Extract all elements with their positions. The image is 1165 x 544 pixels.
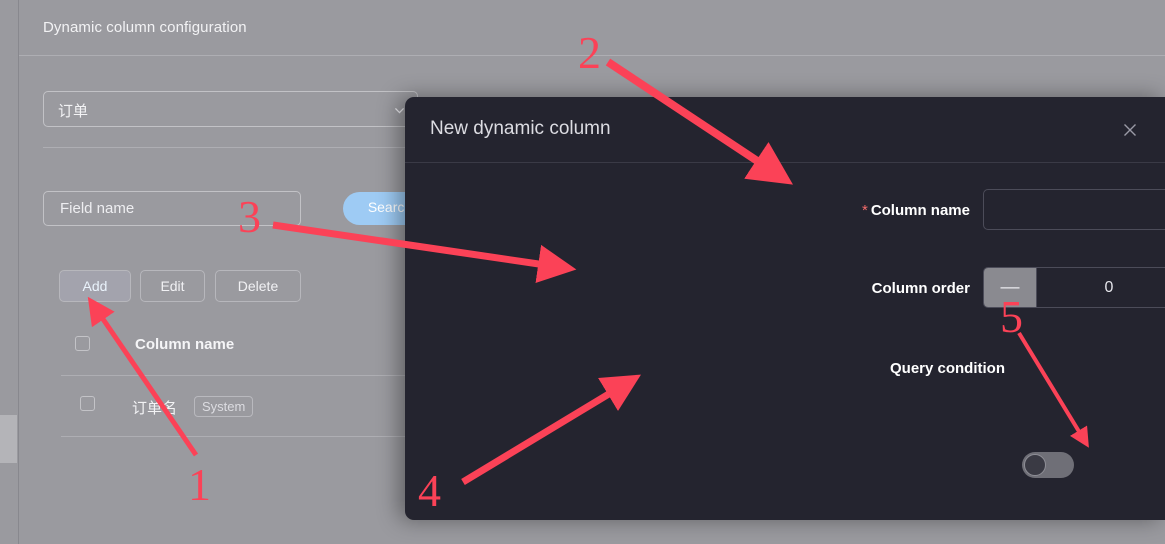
table-row-column-name: 订单名 — [132, 400, 178, 417]
column-header-column-name: Column name — [135, 336, 235, 353]
switch-knob — [1024, 454, 1046, 476]
decrement-button[interactable]: — — [984, 268, 1037, 307]
required-marker: * — [861, 202, 868, 219]
query-condition-switch[interactable] — [1022, 452, 1074, 478]
query-condition-label: Query condition — [889, 360, 1005, 377]
sidebar-collapse-handle[interactable] — [0, 415, 17, 463]
row-checkbox[interactable] — [80, 396, 95, 411]
edit-button[interactable]: Edit — [140, 270, 205, 302]
field-name-input[interactable]: Field name — [43, 191, 301, 226]
page-title: Dynamic column configuration — [43, 19, 247, 36]
field-name-placeholder: Field name — [60, 200, 135, 217]
column-order-stepper: — 0 + — [983, 267, 1165, 308]
column-order-label: Column order — [871, 280, 970, 297]
dialog-title: New dynamic column — [430, 118, 611, 139]
column-name-label: * Column name — [405, 202, 970, 219]
sidebar-rail — [0, 0, 19, 544]
new-dynamic-column-dialog: New dynamic column * Column name Column o… — [405, 97, 1165, 520]
column-order-value[interactable]: 0 — [1037, 268, 1165, 307]
select-all-checkbox[interactable] — [75, 336, 90, 351]
table-select[interactable]: 订单 — [43, 91, 418, 127]
close-icon[interactable] — [1121, 121, 1139, 139]
add-button[interactable]: Add — [59, 270, 131, 302]
page-header: Dynamic column configuration — [19, 0, 1165, 56]
dialog-header: New dynamic column — [405, 97, 1165, 163]
table-select-value: 订单 — [58, 103, 89, 120]
delete-button[interactable]: Delete — [215, 270, 301, 302]
column-name-label-text: Column name — [870, 202, 970, 219]
status-badge: System — [194, 396, 254, 417]
column-name-input[interactable] — [983, 189, 1165, 230]
